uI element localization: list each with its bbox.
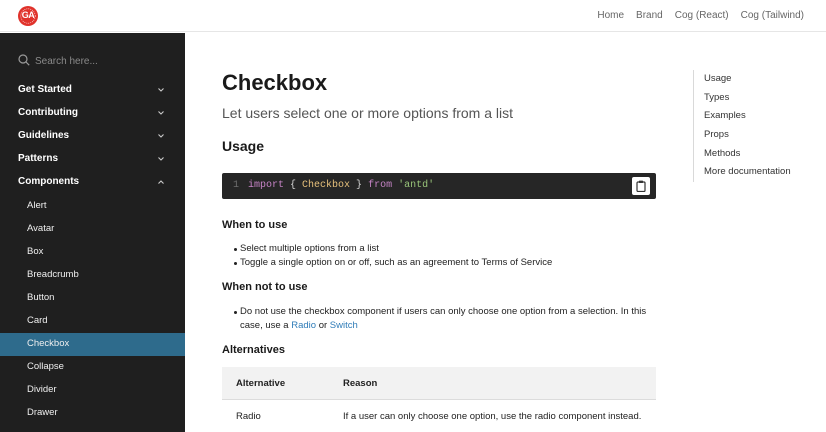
toc-item-usage[interactable]: Usage bbox=[704, 73, 731, 84]
sidebar-item-label: Breadcrumb bbox=[27, 269, 79, 280]
when-not-text: or bbox=[316, 320, 330, 331]
sidebar: Get Started Contributing Guidelines Patt… bbox=[0, 33, 185, 432]
ga-logo[interactable]: GA bbox=[18, 6, 38, 26]
when-to-use-heading: When to use bbox=[222, 219, 288, 231]
sidebar-item-label: Drawer bbox=[27, 407, 58, 418]
sidebar-section-label: Contributing bbox=[18, 107, 78, 118]
sidebar-item-drawer[interactable]: Drawer bbox=[0, 402, 185, 424]
nav-cog-react[interactable]: Cog (React) bbox=[675, 10, 729, 21]
chevron-down-icon bbox=[158, 88, 164, 92]
toc-item-props[interactable]: Props bbox=[704, 129, 729, 140]
search-icon bbox=[18, 54, 30, 66]
when-not-text: case, use a bbox=[240, 320, 292, 331]
alternatives-heading: Alternatives bbox=[222, 344, 285, 356]
code-block: 1 import { Checkbox } from 'antd' bbox=[222, 173, 656, 199]
nav-home[interactable]: Home bbox=[597, 10, 624, 21]
chevron-down-icon bbox=[158, 157, 164, 161]
chevron-down-icon bbox=[158, 134, 164, 138]
list-item: Select multiple options from a list bbox=[234, 242, 655, 256]
sidebar-item-breadcrumb[interactable]: Breadcrumb bbox=[0, 264, 185, 286]
search-input[interactable] bbox=[35, 53, 165, 69]
clipboard-icon bbox=[636, 180, 646, 192]
sidebar-section-contributing[interactable]: Contributing bbox=[0, 104, 185, 124]
code-keyword: import bbox=[248, 180, 285, 191]
code-line-number: 1 bbox=[233, 180, 240, 191]
copy-code-button[interactable] bbox=[632, 177, 650, 195]
sidebar-item-label: Button bbox=[27, 292, 55, 303]
sidebar-item-label: Avatar bbox=[27, 223, 55, 234]
sidebar-item-box[interactable]: Box bbox=[0, 241, 185, 263]
sidebar-item-label: Box bbox=[27, 246, 44, 257]
sidebar-item-alert[interactable]: Alert bbox=[0, 195, 185, 217]
table-cell-reason: If a user can only choose one option, us… bbox=[343, 411, 642, 422]
sidebar-item-avatar[interactable]: Avatar bbox=[0, 218, 185, 240]
when-not-text: Do not use the checkbox component if use… bbox=[240, 306, 647, 317]
toc-item-examples[interactable]: Examples bbox=[704, 110, 746, 121]
toc-item-more-documentation[interactable]: More documentation bbox=[704, 166, 791, 177]
nav-cog-tailwind[interactable]: Cog (Tailwind) bbox=[741, 10, 804, 21]
sidebar-section-components[interactable]: Components bbox=[0, 173, 185, 193]
sidebar-section-patterns[interactable]: Patterns bbox=[0, 150, 185, 170]
top-header: GA Home Brand Cog (React) Cog (Tailwind) bbox=[0, 0, 826, 32]
nav-brand[interactable]: Brand bbox=[636, 10, 663, 21]
list-item: Toggle a single option on or off, such a… bbox=[234, 256, 655, 270]
sidebar-section-get-started[interactable]: Get Started bbox=[0, 81, 185, 101]
sidebar-item-card[interactable]: Card bbox=[0, 310, 185, 332]
code-identifier: Checkbox bbox=[302, 180, 351, 191]
switch-link[interactable]: Switch bbox=[330, 320, 358, 331]
code-punct: } bbox=[350, 180, 369, 191]
column-header-reason: Reason bbox=[343, 378, 378, 389]
sidebar-item-collapse[interactable]: Collapse bbox=[0, 356, 185, 378]
table-cell-alternative-link[interactable]: Radio bbox=[236, 411, 261, 422]
sidebar-item-label: Card bbox=[27, 315, 48, 326]
sidebar-search bbox=[18, 53, 168, 69]
sidebar-item-divider[interactable]: Divider bbox=[0, 379, 185, 401]
column-header-alternative: Alternative bbox=[236, 378, 286, 389]
sidebar-section-label: Guidelines bbox=[18, 130, 70, 141]
sidebar-item-label: Collapse bbox=[27, 361, 64, 372]
code-line[interactable]: import { Checkbox } from 'antd' bbox=[248, 180, 434, 191]
code-string: 'antd' bbox=[392, 180, 435, 191]
logo-text: GA bbox=[21, 10, 35, 20]
top-nav: Home Brand Cog (React) Cog (Tailwind) bbox=[597, 10, 804, 21]
usage-heading: Usage bbox=[222, 138, 265, 154]
toc-item-methods[interactable]: Methods bbox=[704, 148, 740, 159]
toc-item-types[interactable]: Types bbox=[704, 92, 729, 103]
list-item: Do not use the checkbox component if use… bbox=[234, 305, 655, 333]
chevron-down-icon bbox=[158, 111, 164, 115]
radio-link[interactable]: Radio bbox=[291, 320, 316, 331]
code-keyword: from bbox=[368, 180, 393, 191]
sidebar-item-checkbox[interactable]: Checkbox bbox=[0, 333, 185, 356]
table-of-contents: Usage Types Examples Props Methods More … bbox=[693, 70, 813, 182]
sidebar-section-guidelines[interactable]: Guidelines bbox=[0, 127, 185, 147]
sidebar-section-label: Get Started bbox=[18, 84, 72, 95]
page-subtitle: Let users select one or more options fro… bbox=[222, 105, 514, 121]
sidebar-item-label: Alert bbox=[27, 200, 47, 211]
sidebar-item-label: Checkbox bbox=[27, 338, 70, 349]
table-header: Alternative Reason bbox=[222, 367, 656, 400]
sidebar-section-label: Patterns bbox=[18, 153, 59, 164]
code-punct: { bbox=[284, 180, 303, 191]
sidebar-item-button[interactable]: Button bbox=[0, 287, 185, 309]
page-title: Checkbox bbox=[222, 70, 328, 95]
sidebar-item-label: Divider bbox=[27, 384, 57, 395]
when-not-to-use-heading: When not to use bbox=[222, 281, 308, 293]
chevron-up-icon bbox=[158, 180, 164, 184]
sidebar-section-label: Components bbox=[18, 176, 80, 187]
